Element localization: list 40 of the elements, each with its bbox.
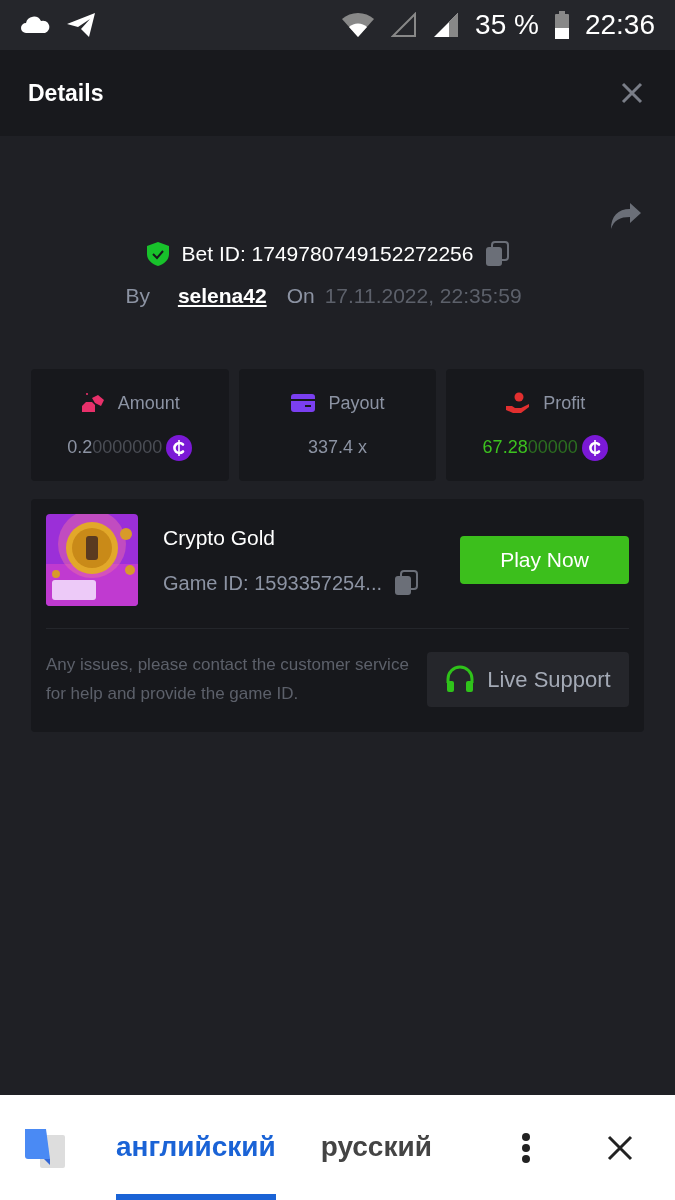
stat-label: Payout [328,391,385,415]
translate-logo-icon [24,1126,66,1169]
stat-value: 67.2800000 [482,436,578,459]
close-icon [621,82,643,104]
page-title: Details [28,78,104,108]
hand-person-icon [505,392,532,414]
clock-time: 22:36 [584,8,655,42]
share-icon[interactable] [610,202,642,230]
stat-label: Amount [117,391,180,415]
headset-icon [445,665,476,693]
copy-icon[interactable] [485,240,510,267]
paper-plane-icon [66,12,96,38]
by-label: By [125,282,150,309]
stat-label: Profit [543,391,586,415]
more-icon [521,1131,531,1164]
game-id: Game ID: 1593357254... [163,570,383,596]
coin-icon [166,434,193,461]
language-tab[interactable]: английский [116,1095,276,1200]
copy-icon[interactable] [394,569,419,596]
signal-empty-icon [391,12,418,38]
username-link[interactable]: selena42 [177,279,267,311]
live-support-button[interactable]: Live Support [426,651,629,707]
shield-check-icon [145,240,170,267]
coin-icon [581,434,608,461]
stat-value: 337.4 x [307,436,367,459]
stat-value: 0.20000000 [67,436,163,459]
cloud-icon [20,16,50,34]
bet-date: 17.11.2022, 22:35:59 [324,282,522,309]
signal-icon [433,12,460,38]
support-notice: Any issues, please contact the customer service for help and provide the game ID. [46,654,410,705]
language-tab[interactable]: русский [320,1095,432,1200]
card-icon [290,393,317,413]
wifi-icon [341,12,376,38]
battery-percent: 35 % [475,8,539,42]
on-label: On [286,282,315,309]
close-icon [607,1134,633,1161]
bet-id: Bet ID: 1749780749152272256 [181,241,474,267]
battery-icon [554,11,569,39]
game-name: Crypto Gold [163,525,277,552]
gems-icon [79,392,106,414]
